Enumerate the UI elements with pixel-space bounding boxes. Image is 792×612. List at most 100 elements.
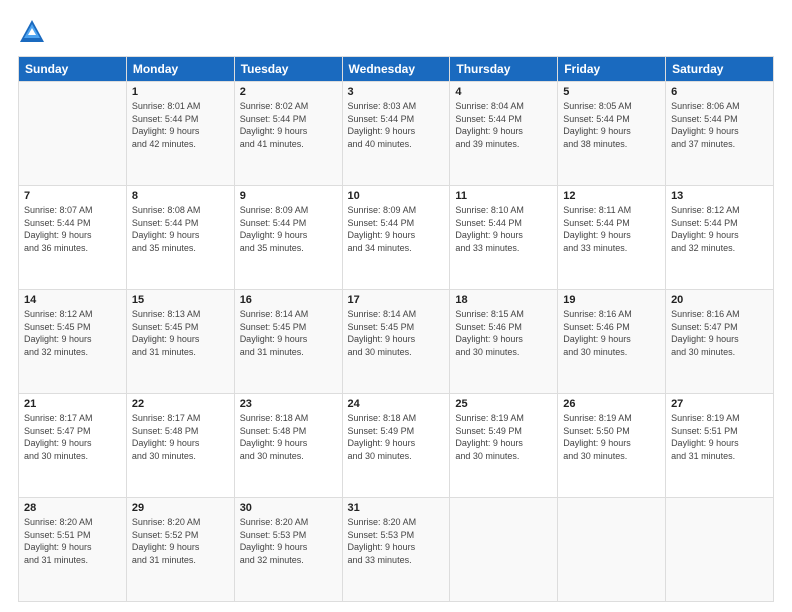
weekday-tuesday: Tuesday: [234, 57, 342, 82]
day-info: Sunrise: 8:01 AM Sunset: 5:44 PM Dayligh…: [132, 100, 229, 150]
day-info: Sunrise: 8:03 AM Sunset: 5:44 PM Dayligh…: [348, 100, 445, 150]
calendar-week-3: 14Sunrise: 8:12 AM Sunset: 5:45 PM Dayli…: [19, 290, 774, 394]
day-number: 16: [240, 294, 337, 306]
day-info: Sunrise: 8:18 AM Sunset: 5:49 PM Dayligh…: [348, 412, 445, 462]
day-number: 21: [24, 398, 121, 410]
day-info: Sunrise: 8:20 AM Sunset: 5:53 PM Dayligh…: [348, 516, 445, 566]
day-info: Sunrise: 8:19 AM Sunset: 5:50 PM Dayligh…: [563, 412, 660, 462]
day-number: 15: [132, 294, 229, 306]
day-info: Sunrise: 8:20 AM Sunset: 5:51 PM Dayligh…: [24, 516, 121, 566]
calendar-cell: [450, 498, 558, 602]
calendar-cell: 31 Sunrise: 8:20 AM Sunset: 5:53 PM Dayli…: [342, 498, 450, 602]
calendar-week-5: 28 Sunrise: 8:20 AM Sunset: 5:51 PM Dayli…: [19, 498, 774, 602]
calendar-cell: 23Sunrise: 8:18 AM Sunset: 5:48 PM Dayli…: [234, 394, 342, 498]
day-number: 26: [563, 398, 660, 410]
day-number: 17: [348, 294, 445, 306]
calendar-cell: 29 Sunrise: 8:20 AM Sunset: 5:52 PM Dayli…: [126, 498, 234, 602]
calendar-cell: 20 Sunrise: 8:16 AM Sunset: 5:47 PM Dayli…: [666, 290, 774, 394]
day-info: Sunrise: 8:12 AM Sunset: 5:45 PM Dayligh…: [24, 308, 121, 358]
calendar-cell: 9Sunrise: 8:09 AM Sunset: 5:44 PM Daylig…: [234, 186, 342, 290]
day-info: Sunrise: 8:07 AM Sunset: 5:44 PM Dayligh…: [24, 204, 121, 254]
weekday-saturday: Saturday: [666, 57, 774, 82]
weekday-thursday: Thursday: [450, 57, 558, 82]
calendar-cell: 21 Sunrise: 8:17 AM Sunset: 5:47 PM Dayli…: [19, 394, 127, 498]
day-info: Sunrise: 8:10 AM Sunset: 5:44 PM Dayligh…: [455, 204, 552, 254]
header: [18, 18, 774, 46]
day-number: 10: [348, 190, 445, 202]
day-info: Sunrise: 8:17 AM Sunset: 5:48 PM Dayligh…: [132, 412, 229, 462]
day-info: Sunrise: 8:04 AM Sunset: 5:44 PM Dayligh…: [455, 100, 552, 150]
day-info: Sunrise: 8:17 AM Sunset: 5:47 PM Dayligh…: [24, 412, 121, 462]
day-number: 22: [132, 398, 229, 410]
day-info: Sunrise: 8:14 AM Sunset: 5:45 PM Dayligh…: [240, 308, 337, 358]
calendar-cell: 6Sunrise: 8:06 AM Sunset: 5:44 PM Daylig…: [666, 82, 774, 186]
day-number: 31: [348, 502, 445, 514]
calendar-cell: 1 Sunrise: 8:01 AM Sunset: 5:44 PM Daylig…: [126, 82, 234, 186]
calendar-cell: 12 Sunrise: 8:11 AM Sunset: 5:44 PM Dayli…: [558, 186, 666, 290]
day-info: Sunrise: 8:20 AM Sunset: 5:53 PM Dayligh…: [240, 516, 337, 566]
day-info: Sunrise: 8:08 AM Sunset: 5:44 PM Dayligh…: [132, 204, 229, 254]
day-number: 6: [671, 86, 768, 98]
day-info: Sunrise: 8:16 AM Sunset: 5:46 PM Dayligh…: [563, 308, 660, 358]
weekday-sunday: Sunday: [19, 57, 127, 82]
calendar-cell: 18 Sunrise: 8:15 AM Sunset: 5:46 PM Dayli…: [450, 290, 558, 394]
day-info: Sunrise: 8:16 AM Sunset: 5:47 PM Dayligh…: [671, 308, 768, 358]
day-info: Sunrise: 8:18 AM Sunset: 5:48 PM Dayligh…: [240, 412, 337, 462]
calendar-cell: 17 Sunrise: 8:14 AM Sunset: 5:45 PM Dayli…: [342, 290, 450, 394]
day-number: 18: [455, 294, 552, 306]
calendar-cell: 13 Sunrise: 8:12 AM Sunset: 5:44 PM Dayli…: [666, 186, 774, 290]
calendar-cell: 14Sunrise: 8:12 AM Sunset: 5:45 PM Dayli…: [19, 290, 127, 394]
weekday-friday: Friday: [558, 57, 666, 82]
calendar-cell: 5 Sunrise: 8:05 AM Sunset: 5:44 PM Daylig…: [558, 82, 666, 186]
day-number: 1: [132, 86, 229, 98]
day-number: 29: [132, 502, 229, 514]
day-number: 25: [455, 398, 552, 410]
calendar-table: SundayMondayTuesdayWednesdayThursdayFrid…: [18, 56, 774, 602]
page: SundayMondayTuesdayWednesdayThursdayFrid…: [0, 0, 792, 612]
day-number: 8: [132, 190, 229, 202]
logo-icon: [18, 18, 46, 46]
calendar-week-1: 1 Sunrise: 8:01 AM Sunset: 5:44 PM Daylig…: [19, 82, 774, 186]
calendar-cell: 19Sunrise: 8:16 AM Sunset: 5:46 PM Dayli…: [558, 290, 666, 394]
day-number: 4: [455, 86, 552, 98]
calendar-cell: 22 Sunrise: 8:17 AM Sunset: 5:48 PM Dayli…: [126, 394, 234, 498]
day-number: 5: [563, 86, 660, 98]
calendar-cell: 28 Sunrise: 8:20 AM Sunset: 5:51 PM Dayli…: [19, 498, 127, 602]
weekday-monday: Monday: [126, 57, 234, 82]
calendar-cell: 30Sunrise: 8:20 AM Sunset: 5:53 PM Dayli…: [234, 498, 342, 602]
day-number: 12: [563, 190, 660, 202]
day-info: Sunrise: 8:05 AM Sunset: 5:44 PM Dayligh…: [563, 100, 660, 150]
day-info: Sunrise: 8:13 AM Sunset: 5:45 PM Dayligh…: [132, 308, 229, 358]
calendar-week-2: 7 Sunrise: 8:07 AM Sunset: 5:44 PM Daylig…: [19, 186, 774, 290]
day-number: 13: [671, 190, 768, 202]
calendar-cell: 7 Sunrise: 8:07 AM Sunset: 5:44 PM Daylig…: [19, 186, 127, 290]
day-number: 2: [240, 86, 337, 98]
day-number: 3: [348, 86, 445, 98]
day-number: 9: [240, 190, 337, 202]
calendar-cell: 25Sunrise: 8:19 AM Sunset: 5:49 PM Dayli…: [450, 394, 558, 498]
day-info: Sunrise: 8:20 AM Sunset: 5:52 PM Dayligh…: [132, 516, 229, 566]
day-number: 20: [671, 294, 768, 306]
calendar-cell: [558, 498, 666, 602]
day-number: 7: [24, 190, 121, 202]
weekday-wednesday: Wednesday: [342, 57, 450, 82]
day-info: Sunrise: 8:02 AM Sunset: 5:44 PM Dayligh…: [240, 100, 337, 150]
weekday-header-row: SundayMondayTuesdayWednesdayThursdayFrid…: [19, 57, 774, 82]
day-info: Sunrise: 8:15 AM Sunset: 5:46 PM Dayligh…: [455, 308, 552, 358]
calendar-cell: 16 Sunrise: 8:14 AM Sunset: 5:45 PM Dayli…: [234, 290, 342, 394]
calendar-cell: 27Sunrise: 8:19 AM Sunset: 5:51 PM Dayli…: [666, 394, 774, 498]
calendar-cell: 24Sunrise: 8:18 AM Sunset: 5:49 PM Dayli…: [342, 394, 450, 498]
calendar-cell: 2 Sunrise: 8:02 AM Sunset: 5:44 PM Daylig…: [234, 82, 342, 186]
day-number: 28: [24, 502, 121, 514]
day-info: Sunrise: 8:11 AM Sunset: 5:44 PM Dayligh…: [563, 204, 660, 254]
calendar-cell: 8 Sunrise: 8:08 AM Sunset: 5:44 PM Daylig…: [126, 186, 234, 290]
calendar-cell: 11 Sunrise: 8:10 AM Sunset: 5:44 PM Dayli…: [450, 186, 558, 290]
day-info: Sunrise: 8:19 AM Sunset: 5:51 PM Dayligh…: [671, 412, 768, 462]
calendar-cell: 26 Sunrise: 8:19 AM Sunset: 5:50 PM Dayli…: [558, 394, 666, 498]
calendar-cell: [666, 498, 774, 602]
day-info: Sunrise: 8:14 AM Sunset: 5:45 PM Dayligh…: [348, 308, 445, 358]
calendar-week-4: 21 Sunrise: 8:17 AM Sunset: 5:47 PM Dayli…: [19, 394, 774, 498]
day-info: Sunrise: 8:12 AM Sunset: 5:44 PM Dayligh…: [671, 204, 768, 254]
calendar-cell: 4 Sunrise: 8:04 AM Sunset: 5:44 PM Daylig…: [450, 82, 558, 186]
day-number: 11: [455, 190, 552, 202]
